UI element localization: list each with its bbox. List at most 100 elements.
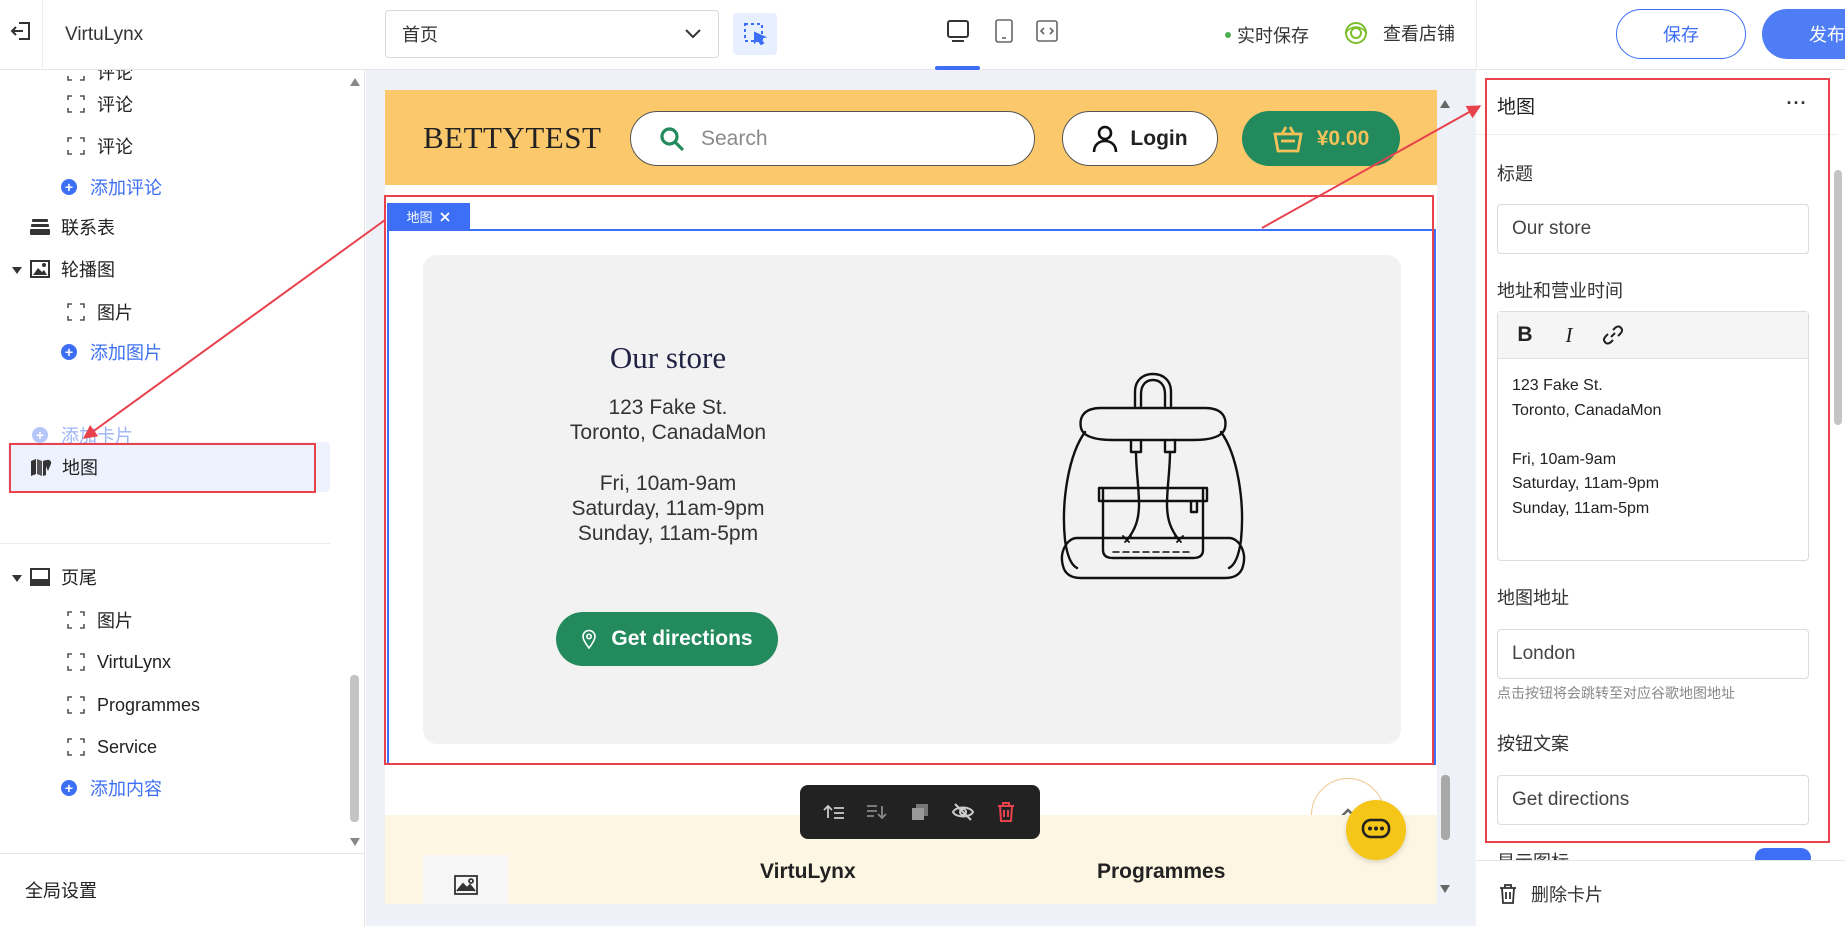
footer-link[interactable]: 首页 — [760, 903, 790, 904]
tree-section-label: 轮播图 — [61, 260, 115, 280]
tree-item-label: Service — [97, 736, 158, 757]
image-icon — [29, 258, 51, 280]
status-dot — [1225, 32, 1231, 38]
store-hours-line: Saturday, 11am-9pm — [571, 497, 765, 520]
tree-item-service[interactable]: Service — [65, 727, 157, 767]
top-divider — [42, 0, 43, 70]
top-divider-right — [1476, 0, 1477, 70]
italic-button[interactable]: I — [1556, 322, 1582, 348]
top-bar: VirtuLynx 首页 实时保存 查看店铺 保存 发布 — [0, 0, 1845, 70]
block-icon — [65, 694, 87, 716]
scroll-up-icon[interactable] — [350, 78, 360, 86]
properties-panel: 地图 ··· 标题 Our store 地址和营业时间 B I 123 Fake… — [1477, 70, 1845, 926]
tree-section-contact-form[interactable]: 联系表 — [29, 207, 115, 247]
rte-content[interactable]: 123 Fake St. Toronto, CanadaMon Fri, 10a… — [1512, 374, 1661, 521]
tablet-view-icon[interactable] — [989, 16, 1019, 46]
hide-eye-icon[interactable] — [949, 798, 977, 826]
add-review-button[interactable]: + 添加评论 — [58, 167, 162, 207]
block-icon — [65, 736, 87, 758]
store-address-line: Toronto, CanadaMon — [569, 421, 767, 444]
plus-icon: + — [29, 424, 51, 446]
address-field-label: 地址和营业时间 — [1497, 281, 1623, 301]
title-field[interactable]: Our store — [1497, 204, 1809, 254]
canvas-scroll-thumb[interactable] — [1441, 775, 1450, 840]
scroll-up-icon[interactable] — [1440, 100, 1450, 108]
tree-item-label: VirtuLynx — [97, 651, 172, 672]
tree-item-virtulynx[interactable]: VirtuLynx — [65, 642, 171, 682]
delete-card-button[interactable]: 删除卡片 — [1477, 860, 1845, 926]
link-icon[interactable] — [1600, 322, 1626, 348]
add-content-button[interactable]: + 添加内容 — [58, 768, 162, 808]
bold-button[interactable]: B — [1512, 322, 1538, 348]
delete-trash-icon[interactable] — [992, 798, 1020, 826]
autosave-status: 实时保存 — [1225, 22, 1309, 48]
tree-item-programmes[interactable]: Programmes — [65, 685, 200, 725]
map-address-hint: 点击按钮将会跳转至对应谷歌地图地址 — [1497, 685, 1735, 701]
view-store-link[interactable]: 查看店铺 — [1343, 20, 1455, 46]
tree-section-footer[interactable]: 页尾 — [29, 557, 97, 597]
block-icon — [65, 135, 87, 157]
save-button[interactable]: 保存 — [1616, 9, 1746, 59]
rte-line: 123 Fake St. — [1512, 377, 1603, 394]
tree-item-label: 评论 — [97, 70, 133, 83]
map-section[interactable]: Our store 123 Fake St. Toronto, CanadaMo… — [385, 230, 1437, 852]
more-options-icon[interactable]: ··· — [1782, 88, 1812, 118]
stack-icon — [29, 216, 51, 238]
sidebar-scroll-thumb[interactable] — [350, 675, 359, 822]
tree-section-slideshow[interactable]: 轮播图 — [29, 249, 115, 289]
scroll-down-icon[interactable] — [1440, 885, 1450, 893]
get-directions-button[interactable]: Get directions — [556, 612, 778, 666]
select-tool-button[interactable] — [733, 13, 777, 55]
login-button[interactable]: Login — [1062, 111, 1218, 166]
tree-item-label: 图片 — [97, 303, 133, 323]
close-icon[interactable] — [439, 211, 451, 223]
map-address-field[interactable]: London — [1497, 629, 1809, 679]
desktop-view-icon[interactable] — [943, 16, 973, 46]
rte-blank-line — [1512, 423, 1661, 448]
block-icon — [65, 651, 87, 673]
tree-item-label: 图片 — [97, 611, 133, 631]
move-down-icon[interactable] — [863, 798, 891, 826]
duplicate-icon[interactable] — [906, 798, 934, 826]
section-action-toolbar — [800, 785, 1040, 839]
scroll-down-icon[interactable] — [350, 838, 360, 846]
add-card-button[interactable]: + 添加卡片 — [29, 415, 133, 455]
panel-scroll-thumb[interactable] — [1834, 170, 1842, 425]
global-settings-button[interactable]: 全局设置 — [0, 853, 365, 926]
delete-card-label: 删除卡片 — [1531, 884, 1603, 905]
publish-button[interactable]: 发布 — [1762, 9, 1845, 59]
chat-support-button[interactable] — [1346, 800, 1406, 860]
block-icon — [65, 301, 87, 323]
exit-icon[interactable] — [4, 14, 38, 48]
caret-down-icon[interactable] — [12, 575, 22, 582]
site-search-input[interactable]: Search — [630, 111, 1035, 166]
add-image-button[interactable]: + 添加图片 — [58, 332, 162, 372]
autosave-label: 实时保存 — [1237, 26, 1309, 46]
button-text-field-label: 按钮文案 — [1497, 734, 1569, 754]
address-rich-text-editor[interactable]: B I 123 Fake St. Toronto, CanadaMon Fri,… — [1497, 311, 1809, 561]
tree-item-label: 评论 — [97, 137, 133, 157]
title-field-label: 标题 — [1497, 164, 1533, 184]
rte-line: Toronto, CanadaMon — [1512, 401, 1662, 419]
tree-item-review[interactable]: 评论 — [65, 84, 133, 124]
device-switcher — [935, 8, 1070, 70]
move-up-icon[interactable] — [820, 798, 848, 826]
footer-image-placeholder[interactable] — [423, 855, 508, 904]
title-field-value: Our store — [1512, 218, 1592, 239]
button-text-field[interactable]: Get directions — [1497, 775, 1809, 825]
user-icon — [1093, 125, 1118, 152]
selected-section-tag[interactable]: 地图 — [387, 203, 470, 230]
tree-item-review[interactable]: 评论 — [65, 126, 133, 166]
button-text-value: Get directions — [1512, 789, 1630, 810]
footer-column-title: Programmes — [1097, 860, 1226, 883]
tree-section-label: 联系表 — [61, 218, 115, 238]
tree-item-image[interactable]: 图片 — [65, 600, 133, 640]
fit-width-icon[interactable] — [1032, 16, 1062, 46]
page-select[interactable]: 首页 — [385, 10, 719, 58]
site-brand[interactable]: BETTYTEST — [423, 120, 601, 156]
add-image-label: 添加图片 — [90, 343, 162, 363]
tree-item-image[interactable]: 图片 — [65, 292, 133, 332]
cart-button[interactable]: ¥0.00 — [1242, 111, 1400, 166]
caret-down-icon[interactable] — [12, 267, 22, 274]
site-preview: BETTYTEST Search Login ¥0.00 Our store 1… — [385, 90, 1437, 904]
